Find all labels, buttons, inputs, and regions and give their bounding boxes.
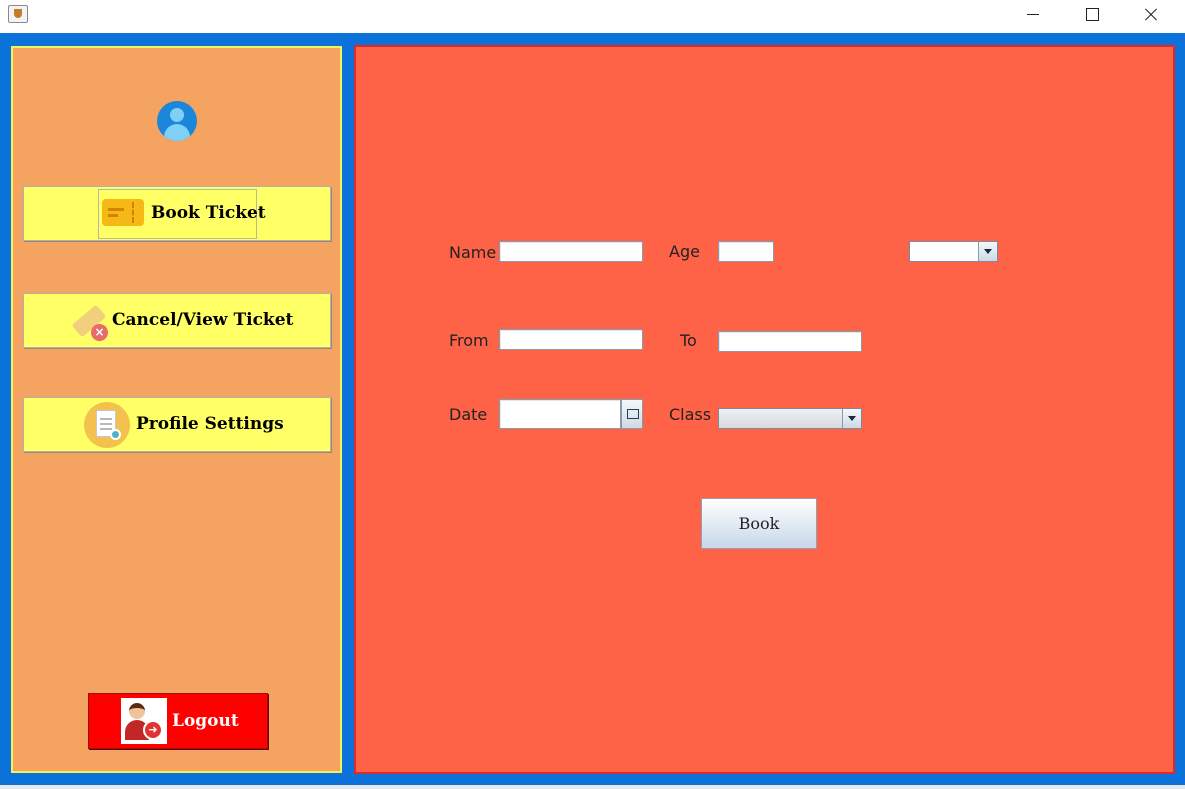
to-label: To [680, 331, 697, 350]
cancel-view-ticket-button[interactable]: × Cancel/View Ticket [23, 293, 331, 348]
profile-settings-button[interactable]: Profile Settings [23, 397, 331, 452]
class-label: Class [669, 405, 712, 424]
from-label: From [449, 331, 489, 350]
maximize-icon[interactable] [1069, 0, 1115, 30]
java-cup-icon [8, 5, 28, 23]
chevron-down-icon[interactable] [978, 242, 997, 261]
book-ticket-label: Book Ticket [151, 203, 266, 223]
date-label: Date [449, 405, 488, 424]
minimize-icon[interactable] [1010, 0, 1056, 30]
booking-panel: Name Age From To Date Class Book [354, 45, 1175, 774]
name-field[interactable] [499, 241, 643, 262]
age-field[interactable] [718, 241, 774, 262]
cancel-view-ticket-label: Cancel/View Ticket [112, 310, 294, 330]
bottom-strip [0, 785, 1185, 789]
gender-select[interactable] [909, 241, 998, 262]
profile-settings-label: Profile Settings [136, 414, 284, 434]
logout-user-icon: ➜ [121, 698, 167, 744]
calendar-icon[interactable] [621, 399, 643, 429]
profile-document-icon [84, 402, 130, 448]
chevron-down-icon[interactable] [842, 409, 861, 428]
class-select[interactable] [718, 408, 862, 429]
sidebar: Book Ticket × Cancel/View Ticket Profile… [11, 46, 342, 773]
logout-label: Logout [172, 711, 239, 731]
age-label: Age [669, 242, 700, 261]
user-avatar-icon [157, 101, 197, 141]
title-bar [0, 0, 1185, 33]
book-button[interactable]: Book [701, 498, 817, 549]
to-field[interactable] [718, 331, 862, 352]
from-field[interactable] [499, 329, 643, 350]
close-icon[interactable] [1128, 0, 1174, 30]
ticket-cancel-icon: × [70, 304, 110, 342]
name-label: Name [449, 243, 497, 262]
ticket-icon [102, 199, 144, 226]
book-ticket-button[interactable]: Book Ticket [23, 186, 331, 241]
logout-button[interactable]: ➜ Logout [88, 693, 268, 749]
date-field[interactable] [499, 399, 621, 429]
